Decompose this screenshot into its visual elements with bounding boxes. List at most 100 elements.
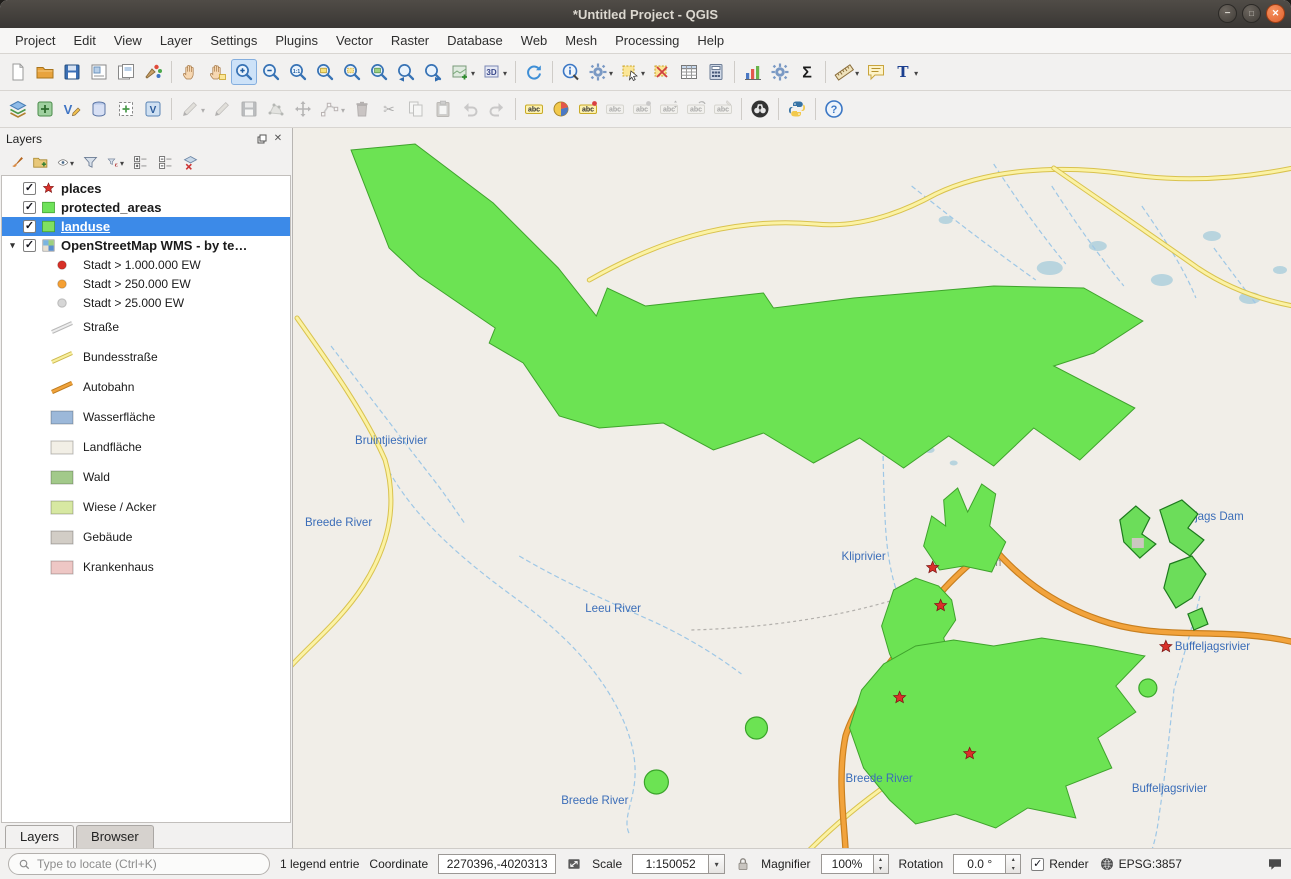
maximize-button[interactable] — [1242, 4, 1261, 23]
layer-diagram-options-button[interactable] — [548, 96, 574, 122]
pan-to-selection-button[interactable] — [204, 59, 230, 85]
tab-layers[interactable]: Layers — [5, 825, 74, 848]
legend-item[interactable]: Gebäude — [2, 522, 290, 552]
menu-project[interactable]: Project — [6, 29, 64, 52]
open-project-button[interactable] — [32, 59, 58, 85]
coordinate-input[interactable] — [438, 854, 556, 874]
redo-button[interactable] — [484, 96, 510, 122]
show-layout-manager-button[interactable] — [113, 59, 139, 85]
measure-line-button[interactable] — [831, 59, 862, 85]
python-console-button[interactable] — [784, 96, 810, 122]
extents-toggle-icon[interactable] — [566, 856, 582, 872]
menu-database[interactable]: Database — [438, 29, 512, 52]
undo-button[interactable] — [457, 96, 483, 122]
pan-map-button[interactable] — [177, 59, 203, 85]
open-layer-styling-button[interactable] — [4, 151, 27, 174]
lock-scale-icon[interactable] — [735, 856, 751, 872]
new-temporary-scratch-layer-button[interactable] — [113, 96, 139, 122]
layer-checkbox-landuse[interactable] — [23, 220, 36, 233]
legend-item[interactable]: Stadt > 250.000 EW — [2, 274, 290, 293]
rotation-spin-buttons[interactable]: ▴▾ — [1005, 854, 1021, 874]
new-geopackage-layer-button[interactable] — [32, 96, 58, 122]
tab-browser[interactable]: Browser — [76, 825, 154, 848]
panel-float-button[interactable] — [254, 131, 270, 146]
identify-features-button[interactable] — [558, 59, 584, 85]
move-feature-button[interactable] — [290, 96, 316, 122]
change-label-properties-button[interactable] — [710, 96, 736, 122]
panel-close-button[interactable] — [270, 131, 286, 146]
layer-checkbox-protected-areas[interactable] — [23, 201, 36, 214]
copy-features-button[interactable] — [403, 96, 429, 122]
menu-processing[interactable]: Processing — [606, 29, 688, 52]
open-attribute-table-button[interactable] — [676, 59, 702, 85]
text-annotation-button[interactable] — [890, 59, 921, 85]
layer-checkbox-places[interactable] — [23, 182, 36, 195]
show-hide-labels-button[interactable] — [602, 96, 628, 122]
legend-item[interactable]: Landfläche — [2, 432, 290, 462]
magnifier-input[interactable] — [821, 854, 873, 874]
add-group-button[interactable] — [29, 151, 52, 174]
current-edits-button[interactable] — [177, 96, 208, 122]
layer-item-landuse[interactable]: landuse — [2, 217, 290, 236]
menu-raster[interactable]: Raster — [382, 29, 438, 52]
legend-item[interactable]: Stadt > 25.000 EW — [2, 293, 290, 312]
messages-icon[interactable] — [1267, 856, 1283, 872]
zoom-last-button[interactable] — [393, 59, 419, 85]
refresh-map-button[interactable] — [521, 59, 547, 85]
zoom-out-button[interactable] — [258, 59, 284, 85]
open-data-source-manager-button[interactable] — [5, 96, 31, 122]
zoom-next-button[interactable] — [420, 59, 446, 85]
expander-icon[interactable] — [7, 240, 18, 251]
menu-web[interactable]: Web — [512, 29, 557, 52]
new-virtual-layer-button[interactable] — [140, 96, 166, 122]
locator-search[interactable]: Type to locate (Ctrl+K) — [8, 853, 270, 875]
layer-item-places[interactable]: places — [2, 179, 290, 198]
layer-checkbox-wms[interactable] — [23, 239, 36, 252]
legend-item[interactable]: Wald — [2, 462, 290, 492]
run-feature-action-button[interactable] — [585, 59, 616, 85]
legend-item[interactable]: Stadt > 1.000.000 EW — [2, 255, 290, 274]
rotation-input[interactable] — [953, 854, 1005, 874]
title-bar[interactable]: *Untitled Project - QGIS — [0, 0, 1291, 28]
crs-button[interactable]: EPSG:3857 — [1099, 856, 1182, 872]
legend-item[interactable]: Wasserfläche — [2, 402, 290, 432]
filter-legend-button[interactable] — [79, 151, 102, 174]
select-features-button[interactable] — [617, 59, 648, 85]
legend-item[interactable]: Straße — [2, 312, 290, 342]
toggle-editing-button[interactable] — [209, 96, 235, 122]
move-label-button[interactable] — [656, 96, 682, 122]
filter-by-expression-button[interactable] — [104, 151, 127, 174]
menu-layer[interactable]: Layer — [151, 29, 202, 52]
scale-dropdown-button[interactable]: ▾ — [708, 854, 725, 874]
open-field-calculator-button[interactable] — [703, 59, 729, 85]
legend-item[interactable]: Wiese / Acker — [2, 492, 290, 522]
menu-help[interactable]: Help — [688, 29, 733, 52]
new-3d-map-view-button[interactable] — [479, 59, 510, 85]
highlight-pinned-labels-button[interactable] — [575, 96, 601, 122]
menu-view[interactable]: View — [105, 29, 151, 52]
magnifier-spin-buttons[interactable]: ▴▾ — [873, 854, 889, 874]
render-checkbox[interactable] — [1031, 858, 1044, 871]
pin-unpin-labels-button[interactable] — [629, 96, 655, 122]
save-project-button[interactable] — [59, 59, 85, 85]
statistical-summary-button[interactable] — [794, 59, 820, 85]
zoom-to-layer-button[interactable] — [366, 59, 392, 85]
help-button[interactable] — [821, 96, 847, 122]
manage-map-themes-button[interactable] — [54, 151, 77, 174]
deselect-features-button[interactable] — [649, 59, 675, 85]
raster-histogram-button[interactable] — [740, 59, 766, 85]
new-shapefile-layer-button[interactable] — [59, 96, 85, 122]
new-print-layout-button[interactable] — [86, 59, 112, 85]
zoom-full-button[interactable] — [312, 59, 338, 85]
delete-selected-button[interactable] — [349, 96, 375, 122]
menu-plugins[interactable]: Plugins — [266, 29, 327, 52]
processing-toolbox-button[interactable] — [767, 59, 793, 85]
menu-vector[interactable]: Vector — [327, 29, 382, 52]
new-project-button[interactable] — [5, 59, 31, 85]
add-feature-button[interactable] — [263, 96, 289, 122]
legend-item[interactable]: Bundesstraße — [2, 342, 290, 372]
new-spatialite-layer-button[interactable] — [86, 96, 112, 122]
zoom-native-button[interactable]: 1:1 — [285, 59, 311, 85]
style-manager-button[interactable] — [140, 59, 166, 85]
layer-item-openstreetmap-wms[interactable]: OpenStreetMap WMS - by te… — [2, 236, 290, 255]
